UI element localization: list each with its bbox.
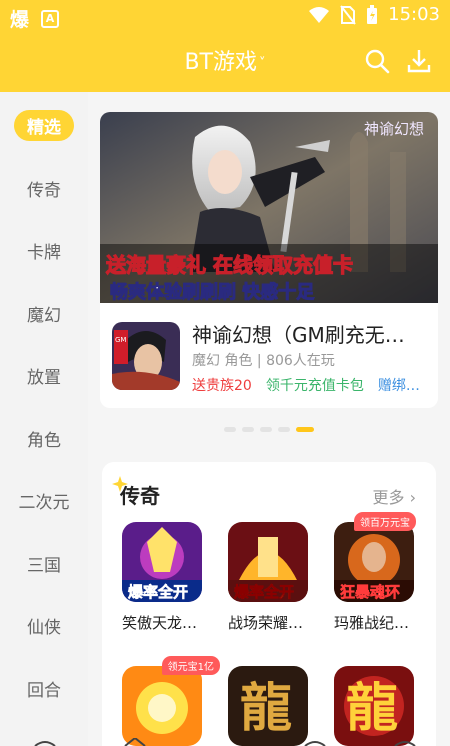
game-name: 战场荣耀… bbox=[228, 614, 304, 632]
tag-gift: 赠绑… bbox=[377, 378, 420, 394]
carousel-dot bbox=[260, 427, 272, 432]
a-notification-icon: A bbox=[41, 9, 60, 28]
game-item[interactable]: 领元宝1亿 bbox=[122, 656, 220, 746]
banner-logo-text: 神谕幻想 bbox=[364, 120, 424, 138]
section-title: 传奇 bbox=[112, 476, 160, 509]
carousel-indicator bbox=[88, 427, 450, 432]
category-sidebar: 精选 传奇 卡牌 魔幻 放置 角色 二次元 三国 仙侠 回合 bbox=[0, 92, 88, 746]
chevron-down-icon: ˅ bbox=[259, 55, 266, 71]
banner-line2: 畅爽体验刷刷刷 快感十足 bbox=[110, 281, 314, 303]
sidebar-item-rpg[interactable]: 角色 bbox=[0, 426, 88, 451]
icon-text: 爆率全开 bbox=[128, 583, 188, 601]
game-icon[interactable]: 领元宝1亿 bbox=[122, 656, 220, 746]
more-link[interactable]: 更多 › bbox=[373, 484, 417, 508]
game-icon[interactable]: 龍 bbox=[334, 666, 414, 746]
tag-recharge-card: 领千元充值卡包 bbox=[265, 378, 364, 394]
tag-vip: 送贵族20 bbox=[192, 378, 252, 394]
sidebar-item-xianxia[interactable]: 仙侠 bbox=[0, 613, 88, 638]
sidebar-item-featured[interactable]: 精选 bbox=[0, 110, 88, 141]
game-tags: 送贵族20 领千元充值卡包 赠绑… bbox=[192, 375, 438, 395]
sidebar-item-card[interactable]: 卡牌 bbox=[0, 238, 88, 263]
icon-text: 爆率全开 bbox=[234, 583, 294, 601]
sidebar-item-label: 仙侠 bbox=[27, 618, 61, 638]
game-icon[interactable]: 狂暴魂环 领百万元宝 bbox=[334, 512, 416, 602]
game-icon-text: GM bbox=[115, 336, 126, 344]
sidebar-item-turn-based[interactable]: 回合 bbox=[0, 676, 88, 701]
game-icon[interactable]: 爆率全开 bbox=[122, 522, 202, 602]
sidebar-item-legend[interactable]: 传奇 bbox=[0, 176, 88, 201]
icon-text: 龍 bbox=[346, 678, 398, 739]
game-icon[interactable]: GM bbox=[112, 322, 180, 390]
carousel-dot-active bbox=[296, 427, 314, 432]
icon-text: 龍 bbox=[240, 678, 292, 739]
game-title[interactable]: 神谕幻想（GM刷充无… bbox=[192, 319, 432, 348]
legend-section: 传奇 更多 › 爆率全开 笑傲天龙… 爆率全开 战场荣耀… 狂暴魂环 领百万元宝… bbox=[102, 462, 436, 746]
carousel-dot bbox=[278, 427, 290, 432]
game-item[interactable]: 狂暴魂环 领百万元宝 玛雅战纪… bbox=[334, 512, 430, 633]
clock: 15:03 bbox=[388, 4, 440, 25]
game-icon[interactable]: 爆率全开 bbox=[228, 522, 308, 602]
sidebar-item-three-kingdoms[interactable]: 三国 bbox=[0, 551, 88, 576]
notification-icon: 爆 bbox=[10, 9, 30, 31]
sidebar-item-label: 魔幻 bbox=[27, 306, 61, 326]
app-header: 爆 A 15:03 BT游戏 ˅ bbox=[0, 0, 450, 92]
sparkle-icon bbox=[112, 476, 128, 492]
icon-text: 狂暴魂环 bbox=[340, 583, 400, 601]
banner-image[interactable]: 送海量豪礼 在线领取充值卡 畅爽体验刷刷刷 快感十足 神谕幻想 bbox=[100, 112, 438, 303]
bottom-nav-peek bbox=[34, 738, 416, 746]
sidebar-item-anime[interactable]: 二次元 bbox=[0, 488, 88, 513]
carousel-dot bbox=[224, 427, 236, 432]
wifi-icon bbox=[309, 6, 330, 23]
sidebar-item-fantasy[interactable]: 魔幻 bbox=[0, 301, 88, 326]
reward-badge: 领元宝1亿 bbox=[161, 656, 220, 675]
game-item[interactable]: 龍 bbox=[334, 666, 430, 746]
battery-icon bbox=[367, 4, 378, 24]
sidebar-item-label: 二次元 bbox=[18, 493, 70, 513]
main-content: 送海量豪礼 在线领取充值卡 畅爽体验刷刷刷 快感十足 神谕幻想 GM 神谕幻想（… bbox=[88, 92, 450, 746]
sidebar-item-label: 精选 bbox=[14, 110, 74, 141]
game-icon[interactable]: 龍 bbox=[228, 666, 308, 746]
game-item[interactable]: 爆率全开 战场荣耀… bbox=[228, 522, 324, 633]
game-meta: 魔幻 角色 | 806人在玩 bbox=[192, 353, 335, 369]
game-item[interactable]: 爆率全开 笑傲天龙… bbox=[122, 522, 218, 633]
carousel-dot bbox=[242, 427, 254, 432]
reward-badge: 领百万元宝 bbox=[354, 512, 416, 531]
game-name: 笑傲天龙… bbox=[122, 614, 198, 632]
game-item[interactable]: 龍 bbox=[228, 666, 324, 746]
banner-line1: 送海量豪礼 在线领取充值卡 bbox=[106, 253, 353, 277]
game-name: 玛雅战纪… bbox=[334, 614, 410, 632]
status-bar: 爆 A 15:03 bbox=[0, 0, 450, 31]
page-title: BT游戏 bbox=[184, 50, 258, 75]
download-icon[interactable] bbox=[406, 48, 432, 74]
sidebar-item-label: 传奇 bbox=[27, 181, 61, 201]
sidebar-item-label: 回合 bbox=[27, 681, 61, 701]
sidebar-item-label: 三国 bbox=[27, 556, 61, 576]
sidebar-item-label: 卡牌 bbox=[27, 243, 61, 263]
featured-game-card[interactable]: 送海量豪礼 在线领取充值卡 畅爽体验刷刷刷 快感十足 神谕幻想 GM 神谕幻想（… bbox=[100, 112, 438, 408]
sidebar-item-label: 角色 bbox=[27, 431, 61, 451]
search-icon[interactable] bbox=[364, 48, 390, 74]
sidebar-item-idle[interactable]: 放置 bbox=[0, 363, 88, 388]
no-sim-icon bbox=[340, 4, 356, 25]
sidebar-item-label: 放置 bbox=[27, 368, 61, 388]
